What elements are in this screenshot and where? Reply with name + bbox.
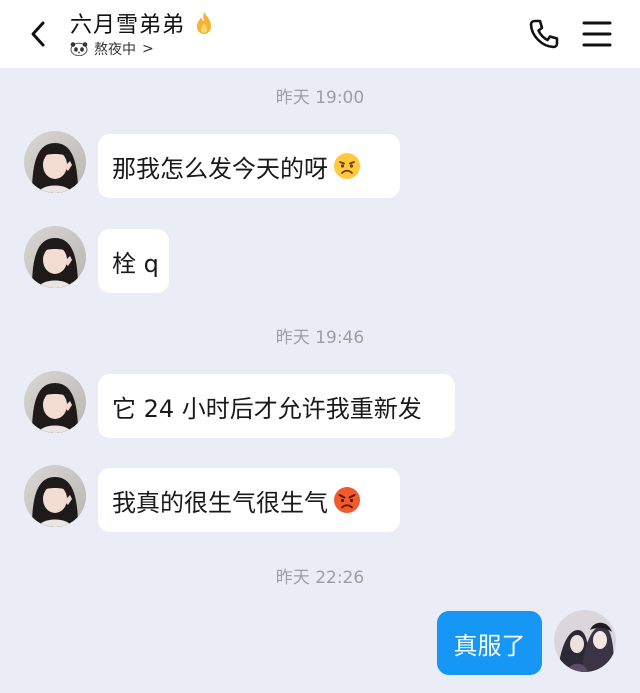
message-text: 它 24 小时后才允许我重新发: [112, 394, 422, 423]
angry-face-emoji-icon: [334, 487, 360, 513]
avatar-image: [24, 465, 86, 527]
frowning-face-emoji-icon: [334, 153, 360, 179]
phone-icon: [529, 19, 559, 49]
chat-header: 六月雪弟弟 熬夜中 >: [0, 0, 640, 68]
status-chevron-icon: >: [142, 41, 154, 57]
status-text: 熬夜中: [94, 42, 136, 58]
incoming-message-bubble[interactable]: 那我怎么发今天的呀: [98, 134, 400, 198]
contact-name: 六月雪弟弟: [70, 13, 186, 38]
menu-button[interactable]: [580, 18, 614, 50]
call-button[interactable]: [526, 16, 562, 52]
incoming-message-bubble[interactable]: 我真的很生气很生气: [98, 468, 400, 532]
message-text: 真服了: [453, 631, 526, 660]
chevron-left-icon: [31, 21, 45, 47]
avatar-image: [24, 371, 86, 433]
message-text: 栓 q: [112, 249, 159, 278]
panda-icon: [70, 42, 88, 56]
back-button[interactable]: [22, 16, 54, 52]
incoming-message-bubble[interactable]: 栓 q: [98, 229, 169, 293]
avatar-image: [554, 610, 616, 672]
my-avatar[interactable]: [554, 610, 616, 672]
contact-avatar[interactable]: [24, 465, 86, 527]
contact-avatar[interactable]: [24, 226, 86, 288]
menu-icon: [582, 21, 612, 47]
message-text: 那我怎么发今天的呀: [112, 154, 328, 183]
timestamp: 昨天 19:00: [275, 88, 365, 108]
timestamp: 昨天 19:46: [275, 328, 365, 348]
message-text: 我真的很生气很生气: [112, 488, 328, 517]
incoming-message-bubble[interactable]: 它 24 小时后才允许我重新发: [98, 374, 455, 438]
flame-icon: [197, 12, 212, 34]
avatar-image: [24, 131, 86, 193]
contact-status: 熬夜中 >: [70, 38, 213, 60]
contact-avatar[interactable]: [24, 371, 86, 433]
contact-avatar[interactable]: [24, 131, 86, 193]
contact-info[interactable]: 六月雪弟弟 熬夜中 >: [70, 8, 213, 60]
avatar-image: [24, 226, 86, 288]
outgoing-message-bubble[interactable]: 真服了: [437, 611, 542, 675]
timestamp: 昨天 22:26: [275, 568, 365, 588]
